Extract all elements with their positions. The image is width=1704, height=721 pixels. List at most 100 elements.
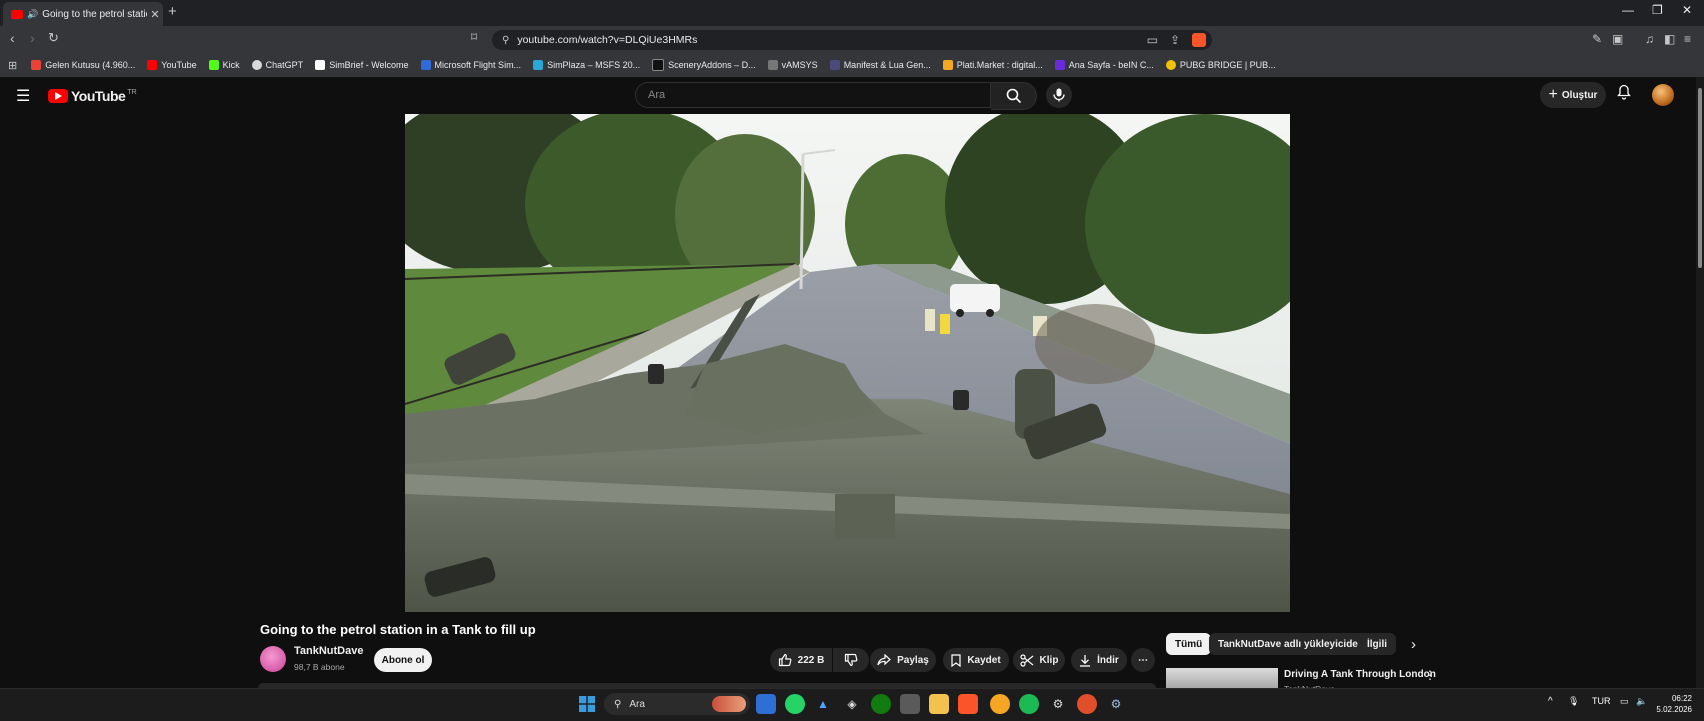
clock[interactable]: 06:22 5.02.2026 [1656,693,1692,715]
whatsapp-icon[interactable] [785,694,805,714]
share-icon[interactable]: ⇪ [1170,33,1180,47]
unity-icon[interactable]: ◈ [842,694,862,714]
wallet-icon[interactable]: ▣ [1612,32,1623,46]
chatgpt-icon[interactable]: ⚙ [1048,694,1068,714]
bookmark-12[interactable]: PUBG BRIDGE | PUB... [1165,60,1276,70]
bookmark-2[interactable]: Kick [208,60,240,70]
chip-from-uploader[interactable]: TankNutDave adlı yükleyiciden [1209,633,1373,655]
bookmark-4[interactable]: SimBrief - Welcome [315,60,409,70]
forward-icon[interactable]: › [30,30,35,46]
clock-date: 5.02.2026 [1656,705,1692,714]
youtube-favicon-icon [11,9,23,19]
chip-related[interactable]: İlgili [1358,633,1396,655]
brave-browser-icon[interactable] [958,694,978,714]
like-count: 222 B [797,654,825,666]
guide-menu-icon[interactable]: ☰ [16,86,30,106]
notifications-bell-icon[interactable] [1617,84,1631,103]
bookmark-9[interactable]: Manifest & Lua Gen... [829,60,931,70]
related-video-thumbnail[interactable] [1166,668,1278,688]
bookmark-11[interactable]: Ana Sayfa - beIN C... [1054,60,1154,70]
site-info-icon[interactable]: ⚲ [502,35,509,46]
video-frame [405,114,1290,612]
more-actions-button[interactable]: ⋯ [1131,648,1155,672]
show-hidden-icons[interactable]: ^ [1548,696,1553,707]
spotify-icon[interactable] [1019,694,1039,714]
download-icon [1080,654,1091,667]
minimize-icon[interactable]: — [1622,3,1634,17]
media-icon[interactable]: ♫ [1645,32,1654,46]
bookmark-5[interactable]: Microsoft Flight Sim... [420,60,521,70]
bookmark-8[interactable]: vAMSYS [767,60,818,70]
volume-icon[interactable]: 🔈 [1636,696,1647,707]
brave-shield-icon[interactable] [1192,33,1206,47]
thumbs-down-icon [844,653,858,667]
clock-time: 06:22 [1671,694,1692,703]
search-button[interactable] [991,82,1037,110]
bookmark-3[interactable]: ChatGPT [251,60,303,70]
thumbs-up-icon [778,653,792,667]
save-button[interactable]: Kaydet [943,648,1009,672]
bookmark-10[interactable]: Plati.Market : digital... [942,60,1043,70]
subscribe-button[interactable]: Abone ol [374,648,432,672]
browser-tab[interactable]: 🔊 Going to the petrol station in a Tank … [3,2,163,26]
cast-icon[interactable]: ▭ [1147,33,1158,47]
bookmark-0[interactable]: Gelen Kutusu (4.960... [31,60,135,70]
reload-icon[interactable]: ↻ [48,30,59,46]
chips-next-icon[interactable]: › [1411,636,1416,653]
game-app-icon[interactable] [1077,694,1097,714]
taskbar-search[interactable]: ⚲ Ara [604,693,750,715]
channel-avatar[interactable] [260,646,286,672]
bookmark-7[interactable]: SceneryAddons – D... [652,59,756,71]
extensions-icon[interactable]: ✎ [1592,32,1602,46]
chip-all[interactable]: Tümü [1166,633,1212,655]
related-video-title[interactable]: Driving A Tank Through London [1284,669,1436,680]
dislike-button[interactable] [833,648,869,672]
language-indicator[interactable]: TUR [1592,696,1611,706]
tab-title: Going to the petrol station in a Tank to… [42,8,147,20]
file-explorer-icon[interactable] [929,694,949,714]
xbox-icon[interactable] [871,694,891,714]
more-dots-icon: ⋯ [1138,654,1148,666]
drive-icon[interactable]: ▲ [813,694,833,714]
discord-icon[interactable] [990,694,1010,714]
address-bar[interactable]: ⚲ youtube.com/watch?v=DLQiUe3HMRs ▭ ⇪ [492,30,1212,50]
like-button[interactable]: 222 B [770,648,832,672]
settings-icon[interactable]: ⚙ [1106,694,1126,714]
network-icon[interactable]: ▭ [1620,696,1629,707]
create-button[interactable]: + Oluştur [1540,82,1606,108]
new-tab-button[interactable]: + [168,3,177,20]
menu-icon[interactable]: ≡ [1684,32,1691,46]
bookmark-1[interactable]: YouTube [147,60,197,70]
start-menu-icon[interactable] [577,694,597,714]
search-highlight-image [712,696,746,712]
microphone-icon [1053,88,1065,102]
voice-search-button[interactable] [1046,82,1072,108]
restore-icon[interactable]: ❐ [1652,3,1663,17]
download-button[interactable]: İndir [1071,648,1127,672]
search-input[interactable]: Ara [635,82,991,108]
clip-button[interactable]: Klip [1013,648,1065,672]
related-more-icon[interactable]: ⋮ [1424,668,1436,682]
channel-name[interactable]: TankNutDave [294,645,363,657]
store-icon[interactable] [900,694,920,714]
taskbar-search-icon: ⚲ [614,698,622,710]
bookmark-page-icon[interactable]: ⌑ [471,30,477,44]
search-icon [1006,88,1021,104]
bookmark-icon [951,653,961,667]
apps-grid-icon[interactable]: ⊞ [8,59,17,72]
taskbar-app-icon[interactable] [756,694,776,714]
close-window-icon[interactable]: ✕ [1682,3,1692,17]
share-button[interactable]: Paylaş [870,648,936,672]
bookmark-6[interactable]: SimPlaza – MSFS 20... [533,60,640,70]
subscriber-count: 98,7 B abone [294,662,345,672]
video-player[interactable] [405,114,1290,612]
account-avatar[interactable] [1652,84,1674,106]
audio-playing-icon[interactable]: 🔊 [27,9,38,20]
close-tab-icon[interactable]: ✕ [147,8,163,21]
youtube-logo[interactable]: YouTube TR [48,88,137,104]
back-icon[interactable]: ‹ [10,30,15,46]
scissors-icon [1019,653,1033,667]
mic-tray-icon[interactable]: 🎙 [1568,696,1579,707]
scrollbar-thumb[interactable] [1698,88,1702,268]
sidebar-icon[interactable]: ◧ [1664,32,1675,46]
